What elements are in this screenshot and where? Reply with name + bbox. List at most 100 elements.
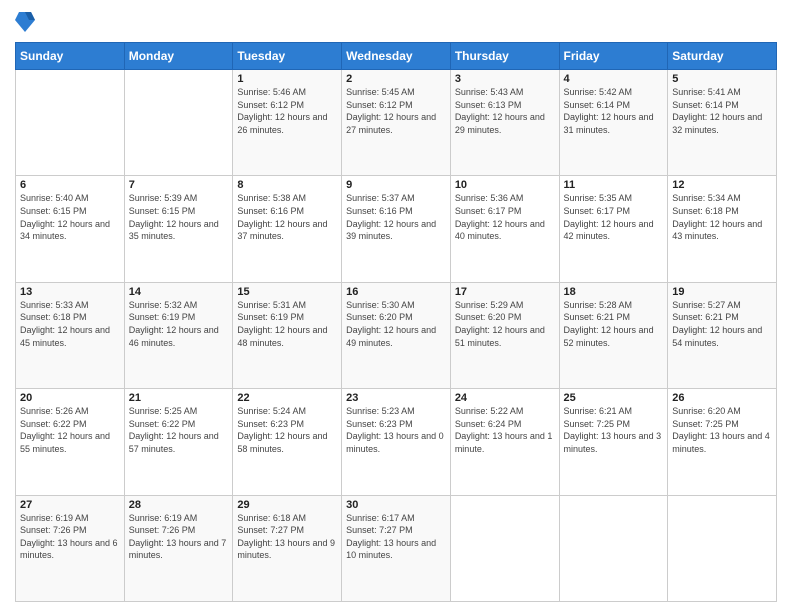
calendar-cell — [668, 495, 777, 601]
calendar-cell: 18Sunrise: 5:28 AMSunset: 6:21 PMDayligh… — [559, 282, 668, 388]
calendar-cell: 16Sunrise: 5:30 AMSunset: 6:20 PMDayligh… — [342, 282, 451, 388]
day-detail: Sunrise: 5:24 AMSunset: 6:23 PMDaylight:… — [237, 405, 337, 455]
calendar-header: SundayMondayTuesdayWednesdayThursdayFrid… — [16, 43, 777, 70]
day-detail: Sunrise: 5:29 AMSunset: 6:20 PMDaylight:… — [455, 299, 555, 349]
calendar-cell: 10Sunrise: 5:36 AMSunset: 6:17 PMDayligh… — [450, 176, 559, 282]
day-detail: Sunrise: 6:19 AMSunset: 7:26 PMDaylight:… — [129, 512, 229, 562]
day-detail: Sunrise: 6:18 AMSunset: 7:27 PMDaylight:… — [237, 512, 337, 562]
calendar-cell — [16, 70, 125, 176]
calendar-cell: 14Sunrise: 5:32 AMSunset: 6:19 PMDayligh… — [124, 282, 233, 388]
day-number: 15 — [237, 286, 337, 298]
calendar-cell: 30Sunrise: 6:17 AMSunset: 7:27 PMDayligh… — [342, 495, 451, 601]
day-number: 6 — [20, 179, 120, 191]
day-detail: Sunrise: 5:40 AMSunset: 6:15 PMDaylight:… — [20, 192, 120, 242]
day-detail: Sunrise: 6:20 AMSunset: 7:25 PMDaylight:… — [672, 405, 772, 455]
header-day: Saturday — [668, 43, 777, 70]
day-detail: Sunrise: 5:23 AMSunset: 6:23 PMDaylight:… — [346, 405, 446, 455]
day-detail: Sunrise: 5:39 AMSunset: 6:15 PMDaylight:… — [129, 192, 229, 242]
calendar-week-row: 13Sunrise: 5:33 AMSunset: 6:18 PMDayligh… — [16, 282, 777, 388]
day-number: 27 — [20, 499, 120, 511]
calendar-cell: 2Sunrise: 5:45 AMSunset: 6:12 PMDaylight… — [342, 70, 451, 176]
day-detail: Sunrise: 5:22 AMSunset: 6:24 PMDaylight:… — [455, 405, 555, 455]
day-detail: Sunrise: 5:46 AMSunset: 6:12 PMDaylight:… — [237, 86, 337, 136]
calendar-cell: 26Sunrise: 6:20 AMSunset: 7:25 PMDayligh… — [668, 389, 777, 495]
day-detail: Sunrise: 5:42 AMSunset: 6:14 PMDaylight:… — [564, 86, 664, 136]
day-number: 4 — [564, 73, 664, 85]
header — [15, 10, 777, 34]
day-number: 29 — [237, 499, 337, 511]
header-row: SundayMondayTuesdayWednesdayThursdayFrid… — [16, 43, 777, 70]
day-number: 24 — [455, 392, 555, 404]
calendar-cell: 12Sunrise: 5:34 AMSunset: 6:18 PMDayligh… — [668, 176, 777, 282]
day-number: 13 — [20, 286, 120, 298]
day-detail: Sunrise: 5:33 AMSunset: 6:18 PMDaylight:… — [20, 299, 120, 349]
day-detail: Sunrise: 5:25 AMSunset: 6:22 PMDaylight:… — [129, 405, 229, 455]
calendar-body: 1Sunrise: 5:46 AMSunset: 6:12 PMDaylight… — [16, 70, 777, 602]
day-number: 2 — [346, 73, 446, 85]
calendar-cell: 1Sunrise: 5:46 AMSunset: 6:12 PMDaylight… — [233, 70, 342, 176]
day-detail: Sunrise: 5:35 AMSunset: 6:17 PMDaylight:… — [564, 192, 664, 242]
day-number: 25 — [564, 392, 664, 404]
day-detail: Sunrise: 5:37 AMSunset: 6:16 PMDaylight:… — [346, 192, 446, 242]
header-day: Tuesday — [233, 43, 342, 70]
calendar-table: SundayMondayTuesdayWednesdayThursdayFrid… — [15, 42, 777, 602]
calendar-cell: 27Sunrise: 6:19 AMSunset: 7:26 PMDayligh… — [16, 495, 125, 601]
day-number: 7 — [129, 179, 229, 191]
calendar-cell: 28Sunrise: 6:19 AMSunset: 7:26 PMDayligh… — [124, 495, 233, 601]
logo — [15, 10, 37, 34]
day-detail: Sunrise: 5:27 AMSunset: 6:21 PMDaylight:… — [672, 299, 772, 349]
calendar-cell: 6Sunrise: 5:40 AMSunset: 6:15 PMDaylight… — [16, 176, 125, 282]
header-day: Friday — [559, 43, 668, 70]
day-detail: Sunrise: 5:26 AMSunset: 6:22 PMDaylight:… — [20, 405, 120, 455]
day-detail: Sunrise: 5:28 AMSunset: 6:21 PMDaylight:… — [564, 299, 664, 349]
day-number: 28 — [129, 499, 229, 511]
calendar-cell: 15Sunrise: 5:31 AMSunset: 6:19 PMDayligh… — [233, 282, 342, 388]
day-detail: Sunrise: 6:19 AMSunset: 7:26 PMDaylight:… — [20, 512, 120, 562]
day-number: 21 — [129, 392, 229, 404]
day-detail: Sunrise: 5:31 AMSunset: 6:19 PMDaylight:… — [237, 299, 337, 349]
day-number: 5 — [672, 73, 772, 85]
calendar-cell: 3Sunrise: 5:43 AMSunset: 6:13 PMDaylight… — [450, 70, 559, 176]
day-detail: Sunrise: 5:41 AMSunset: 6:14 PMDaylight:… — [672, 86, 772, 136]
day-number: 17 — [455, 286, 555, 298]
calendar-cell — [450, 495, 559, 601]
calendar-cell: 4Sunrise: 5:42 AMSunset: 6:14 PMDaylight… — [559, 70, 668, 176]
day-number: 12 — [672, 179, 772, 191]
day-detail: Sunrise: 6:21 AMSunset: 7:25 PMDaylight:… — [564, 405, 664, 455]
day-detail: Sunrise: 5:45 AMSunset: 6:12 PMDaylight:… — [346, 86, 446, 136]
calendar-cell: 29Sunrise: 6:18 AMSunset: 7:27 PMDayligh… — [233, 495, 342, 601]
calendar-week-row: 6Sunrise: 5:40 AMSunset: 6:15 PMDaylight… — [16, 176, 777, 282]
calendar-week-row: 20Sunrise: 5:26 AMSunset: 6:22 PMDayligh… — [16, 389, 777, 495]
day-number: 19 — [672, 286, 772, 298]
logo-icon — [15, 10, 35, 34]
calendar-cell: 8Sunrise: 5:38 AMSunset: 6:16 PMDaylight… — [233, 176, 342, 282]
day-number: 22 — [237, 392, 337, 404]
calendar-cell — [124, 70, 233, 176]
day-number: 16 — [346, 286, 446, 298]
day-detail: Sunrise: 5:34 AMSunset: 6:18 PMDaylight:… — [672, 192, 772, 242]
day-detail: Sunrise: 5:38 AMSunset: 6:16 PMDaylight:… — [237, 192, 337, 242]
calendar-cell: 5Sunrise: 5:41 AMSunset: 6:14 PMDaylight… — [668, 70, 777, 176]
day-number: 14 — [129, 286, 229, 298]
day-detail: Sunrise: 5:30 AMSunset: 6:20 PMDaylight:… — [346, 299, 446, 349]
day-number: 26 — [672, 392, 772, 404]
day-number: 3 — [455, 73, 555, 85]
header-day: Thursday — [450, 43, 559, 70]
calendar-week-row: 27Sunrise: 6:19 AMSunset: 7:26 PMDayligh… — [16, 495, 777, 601]
calendar-cell: 21Sunrise: 5:25 AMSunset: 6:22 PMDayligh… — [124, 389, 233, 495]
calendar-cell: 20Sunrise: 5:26 AMSunset: 6:22 PMDayligh… — [16, 389, 125, 495]
page: SundayMondayTuesdayWednesdayThursdayFrid… — [0, 0, 792, 612]
day-number: 30 — [346, 499, 446, 511]
header-day: Monday — [124, 43, 233, 70]
day-number: 8 — [237, 179, 337, 191]
calendar-cell: 17Sunrise: 5:29 AMSunset: 6:20 PMDayligh… — [450, 282, 559, 388]
day-detail: Sunrise: 5:43 AMSunset: 6:13 PMDaylight:… — [455, 86, 555, 136]
day-detail: Sunrise: 5:32 AMSunset: 6:19 PMDaylight:… — [129, 299, 229, 349]
calendar-cell: 22Sunrise: 5:24 AMSunset: 6:23 PMDayligh… — [233, 389, 342, 495]
calendar-cell — [559, 495, 668, 601]
header-day: Wednesday — [342, 43, 451, 70]
calendar-cell: 11Sunrise: 5:35 AMSunset: 6:17 PMDayligh… — [559, 176, 668, 282]
calendar-cell: 13Sunrise: 5:33 AMSunset: 6:18 PMDayligh… — [16, 282, 125, 388]
calendar-cell: 24Sunrise: 5:22 AMSunset: 6:24 PMDayligh… — [450, 389, 559, 495]
header-day: Sunday — [16, 43, 125, 70]
